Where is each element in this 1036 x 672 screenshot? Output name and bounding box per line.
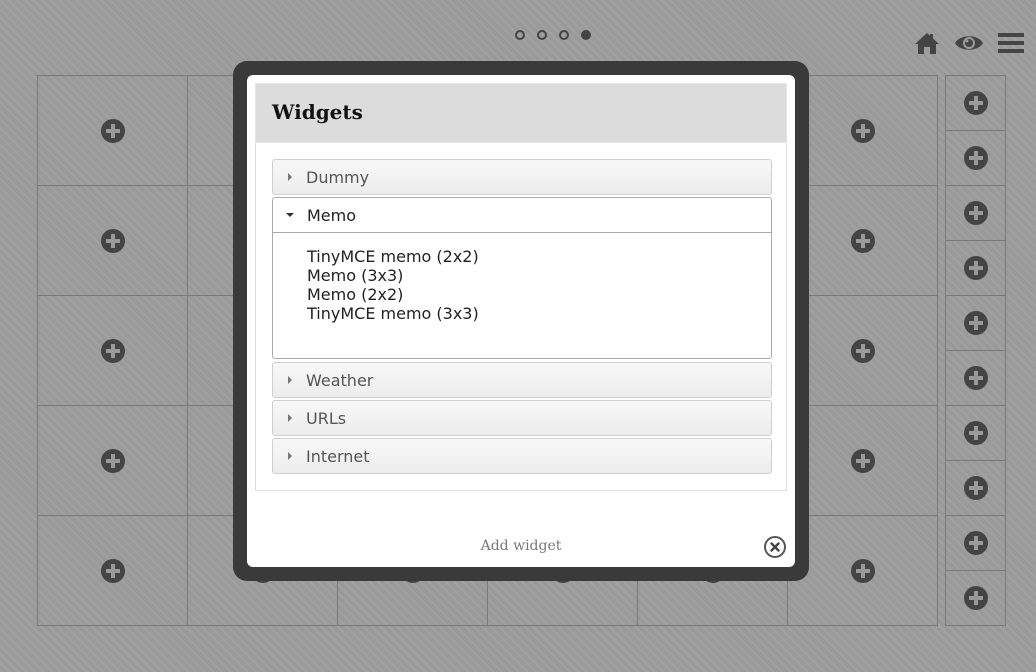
- add-widget-plus-icon[interactable]: [850, 338, 875, 363]
- triangle-right-icon: [288, 376, 292, 384]
- triangle-down-icon: [286, 213, 294, 217]
- page-dot[interactable]: [515, 30, 525, 40]
- add-widget-plus-icon[interactable]: [850, 118, 875, 143]
- accordion-content-memo: TinyMCE memo (2x2) Memo (3x3) Memo (2x2)…: [272, 233, 772, 359]
- widget-option[interactable]: TinyMCE memo (3x3): [307, 304, 771, 323]
- add-widget-plus-icon[interactable]: [963, 91, 988, 115]
- add-widget-plus-icon[interactable]: [100, 228, 125, 253]
- grid-cell: [788, 76, 938, 186]
- top-toolbar: [912, 30, 1026, 56]
- grid-cell: [946, 516, 1006, 571]
- grid-cell: [38, 186, 188, 296]
- triangle-right-icon: [288, 173, 292, 181]
- triangle-right-icon: [288, 452, 292, 460]
- accordion-dummy: Dummy: [272, 159, 772, 195]
- triangle-right-icon: [288, 414, 292, 422]
- accordion-label: Dummy: [306, 167, 370, 187]
- grid-cell: [788, 296, 938, 406]
- add-widget-plus-icon[interactable]: [963, 586, 988, 610]
- grid-cell: [946, 241, 1006, 296]
- accordion-header-urls[interactable]: URLs: [272, 400, 772, 436]
- add-widget-plus-icon[interactable]: [100, 448, 125, 473]
- add-widget-plus-icon[interactable]: [963, 256, 988, 280]
- grid-cell: [946, 186, 1006, 241]
- grid-cell: [946, 571, 1006, 626]
- grid-cell: [788, 186, 938, 296]
- accordion-header-internet[interactable]: Internet: [272, 438, 772, 474]
- add-widget-plus-icon[interactable]: [100, 558, 125, 583]
- accordion-header-memo[interactable]: Memo: [272, 197, 772, 233]
- accordion-label: Internet: [306, 446, 370, 466]
- grid-cell: [38, 296, 188, 406]
- close-icon: [770, 542, 780, 552]
- add-widget-plus-icon[interactable]: [850, 558, 875, 583]
- accordion-label: URLs: [306, 408, 347, 428]
- dialog-title: Widgets: [272, 100, 363, 124]
- add-widget-plus-icon[interactable]: [963, 311, 988, 335]
- grid-cell: [946, 296, 1006, 351]
- accordion-urls: URLs: [272, 400, 772, 436]
- grid-cell: [788, 516, 938, 626]
- widget-option[interactable]: Memo (3x3): [307, 266, 771, 285]
- widgets-dialog: Widgets Dummy Memo TinyMCE memo (2x2) Me…: [247, 75, 795, 567]
- grid-cell: [946, 351, 1006, 406]
- grid-cell: [946, 461, 1006, 516]
- dialog-header: Widgets: [255, 83, 787, 143]
- dialog-body: Dummy Memo TinyMCE memo (2x2) Memo (3x3)…: [255, 143, 787, 491]
- widget-option[interactable]: TinyMCE memo (2x2): [307, 247, 771, 266]
- add-widget-plus-icon[interactable]: [963, 201, 988, 225]
- page-dot[interactable]: [559, 30, 569, 40]
- add-widget-label: Add widget: [480, 538, 562, 554]
- grid-cell: [946, 131, 1006, 186]
- page-dot-active[interactable]: [581, 30, 591, 40]
- add-widget-plus-icon[interactable]: [100, 338, 125, 363]
- add-widget-plus-icon[interactable]: [850, 448, 875, 473]
- accordion-header-weather[interactable]: Weather: [272, 362, 772, 398]
- add-widget-plus-icon[interactable]: [100, 118, 125, 143]
- grid-cell: [38, 406, 188, 516]
- add-widget-plus-icon[interactable]: [963, 421, 988, 445]
- accordion-label: Weather: [306, 370, 374, 390]
- page-dot[interactable]: [537, 30, 547, 40]
- grid-cell: [946, 406, 1006, 461]
- home-icon[interactable]: [912, 30, 942, 56]
- side-widget-column: [945, 75, 1006, 626]
- accordion-header-dummy[interactable]: Dummy: [272, 159, 772, 195]
- add-widget-plus-icon[interactable]: [963, 146, 988, 170]
- add-widget-plus-icon[interactable]: [963, 531, 988, 555]
- hamburger-menu-icon[interactable]: [996, 30, 1026, 56]
- accordion-internet: Internet: [272, 438, 772, 474]
- add-widget-plus-icon[interactable]: [850, 228, 875, 253]
- accordion-label: Memo: [307, 205, 357, 225]
- eye-icon[interactable]: [954, 30, 984, 56]
- page-indicator: [515, 30, 591, 40]
- add-widget-plus-icon[interactable]: [963, 366, 988, 390]
- grid-cell: [946, 76, 1006, 131]
- accordion-weather: Weather: [272, 362, 772, 398]
- accordion-memo: Memo TinyMCE memo (2x2) Memo (3x3) Memo …: [272, 197, 772, 359]
- add-widget-plus-icon[interactable]: [963, 476, 988, 500]
- grid-cell: [38, 76, 188, 186]
- widget-option[interactable]: Memo (2x2): [307, 285, 771, 304]
- grid-cell: [788, 406, 938, 516]
- close-button[interactable]: [764, 536, 786, 558]
- grid-cell: [38, 516, 188, 626]
